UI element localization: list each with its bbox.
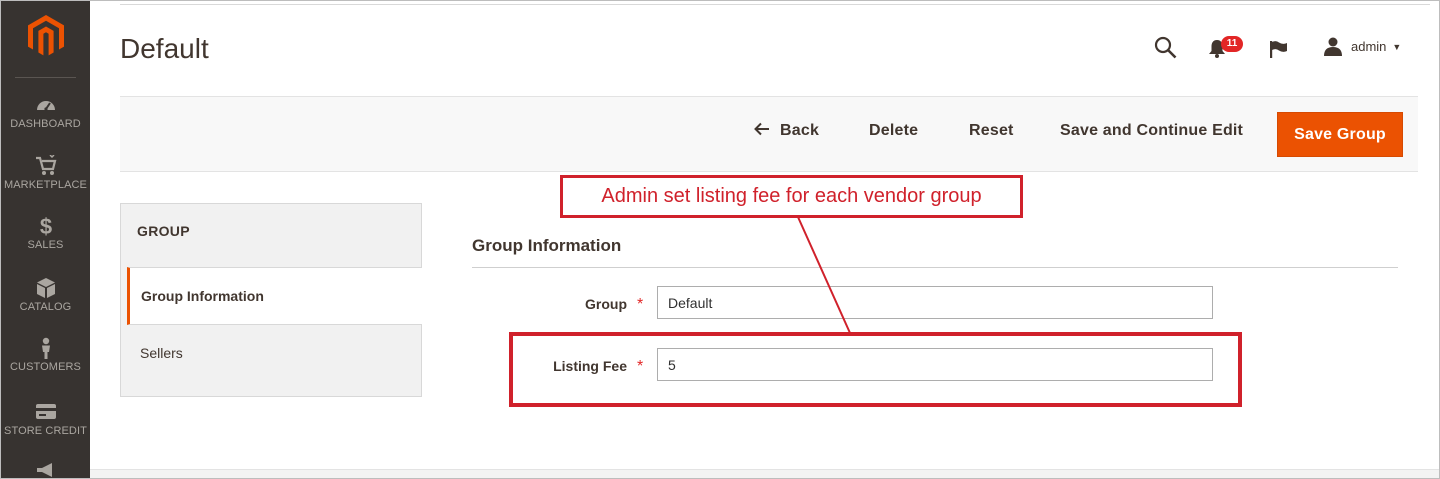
delete-button[interactable]: Delete [869, 122, 918, 140]
page-title: Default [120, 33, 209, 64]
tab-sellers[interactable]: Sellers [127, 325, 422, 385]
back-label: Back [780, 122, 820, 139]
sidebar-item-label: CUSTOMERS [10, 361, 81, 373]
annotation-callout: Admin set listing fee for each vendor gr… [560, 175, 1023, 218]
group-name-input[interactable] [657, 286, 1213, 319]
notification-badge: 11 [1221, 36, 1243, 52]
person-icon [41, 337, 50, 359]
cart-icon [35, 155, 56, 175]
user-menu[interactable]: admin ▼ [1323, 37, 1401, 56]
sidebar-item-label: STORE CREDIT [4, 425, 87, 437]
dollar-icon: $ [39, 215, 51, 237]
top-divider [120, 4, 1430, 5]
section-divider [472, 267, 1398, 268]
required-asterisk: * [637, 296, 644, 313]
speedometer-icon [36, 101, 55, 111]
megaphone-icon[interactable] [35, 462, 57, 479]
svg-text:$: $ [39, 215, 51, 237]
tab-group-information[interactable]: Group Information [127, 267, 422, 325]
tabs-heading: GROUP [137, 223, 190, 239]
admin-sidebar: DASHBOARD MARKETPLACE $ SALES CATALOG CU… [1, 1, 90, 479]
annotation-highlight-box [509, 332, 1242, 407]
sidebar-item-catalog[interactable]: CATALOG [1, 277, 90, 313]
sidebar-item-store-credit[interactable]: STORE CREDIT [1, 401, 90, 437]
sidebar-item-label: MARKETPLACE [3, 179, 87, 191]
credit-card-icon [35, 404, 56, 419]
reset-button[interactable]: Reset [969, 122, 1014, 140]
logo-divider [15, 77, 76, 78]
user-name: admin [1351, 39, 1387, 54]
page-footer-strip [90, 469, 1439, 478]
search-icon[interactable] [1154, 36, 1177, 59]
sidebar-item-dashboard[interactable]: DASHBOARD [1, 94, 90, 130]
chevron-down-icon: ▼ [1392, 41, 1402, 52]
flag-icon[interactable] [1269, 40, 1288, 58]
box-icon [36, 278, 55, 298]
section-title: Group Information [472, 236, 622, 255]
sidebar-item-sales[interactable]: $ SALES [1, 215, 90, 251]
sidebar-item-label: DASHBOARD [10, 118, 81, 130]
sidebar-item-label: SALES [27, 239, 64, 251]
sidebar-item-label: CATALOG [19, 301, 72, 313]
sidebar-item-customers[interactable]: CUSTOMERS [1, 337, 90, 373]
save-and-continue-button[interactable]: Save and Continue Edit [1060, 122, 1243, 140]
save-group-button[interactable]: Save Group [1277, 112, 1403, 157]
arrow-left-icon [754, 122, 769, 136]
admin-page: DASHBOARD MARKETPLACE $ SALES CATALOG CU… [0, 0, 1440, 479]
group-field-label: Group [585, 296, 627, 312]
user-icon [1324, 37, 1342, 56]
magento-logo-icon[interactable] [28, 15, 64, 57]
back-button[interactable]: Back [754, 122, 819, 140]
sidebar-item-marketplace[interactable]: MARKETPLACE [1, 155, 90, 191]
